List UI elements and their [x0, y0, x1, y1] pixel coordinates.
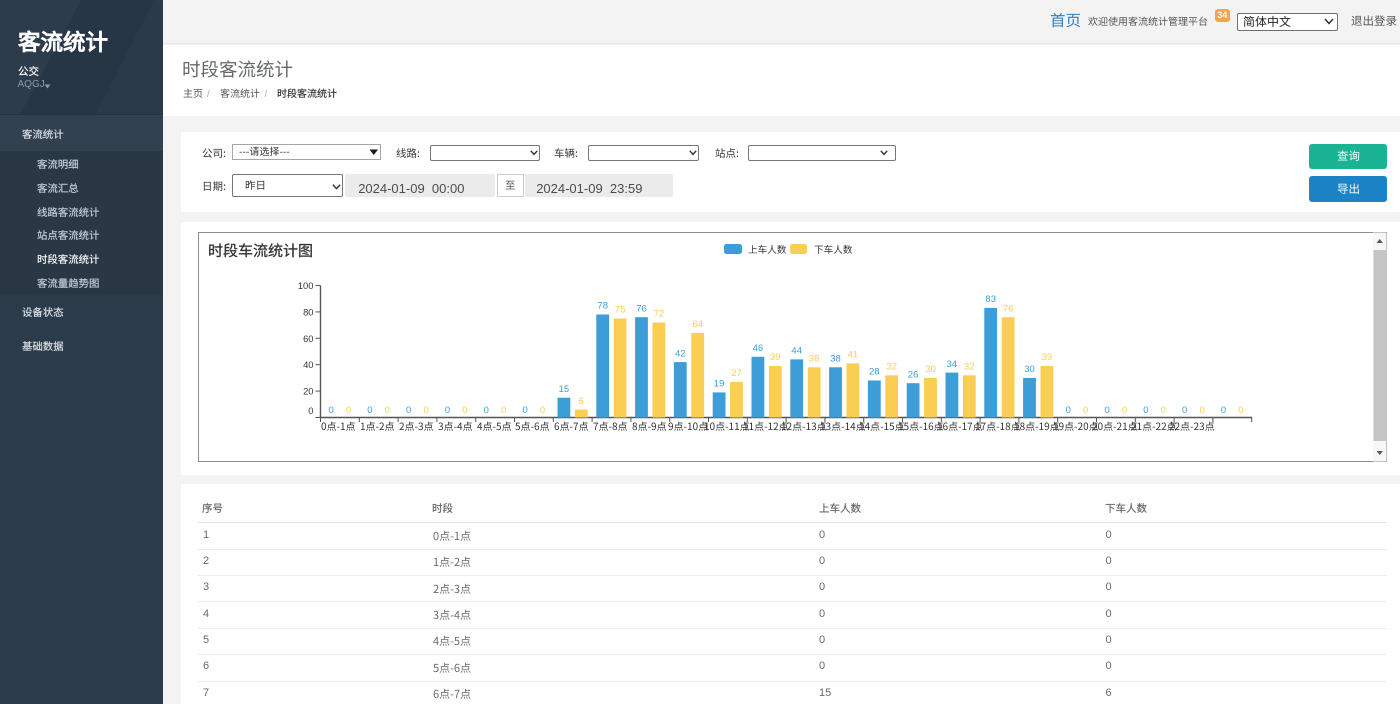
svg-text:27: 27 — [731, 368, 742, 379]
svg-text:41: 41 — [847, 350, 858, 361]
svg-text:32: 32 — [886, 362, 897, 373]
svg-text:40: 40 — [303, 359, 313, 370]
svg-text:0: 0 — [423, 405, 428, 416]
svg-text:0: 0 — [1104, 405, 1109, 416]
svg-text:42: 42 — [675, 348, 686, 359]
svg-text:0: 0 — [406, 405, 411, 416]
svg-text:0: 0 — [539, 405, 544, 416]
svg-text:20: 20 — [303, 386, 313, 397]
svg-text:39: 39 — [1041, 352, 1052, 363]
svg-text:0: 0 — [1182, 405, 1187, 416]
svg-text:72: 72 — [653, 309, 664, 320]
svg-text:0: 0 — [522, 405, 527, 416]
svg-text:0: 0 — [367, 405, 372, 416]
svg-text:44: 44 — [791, 346, 802, 357]
svg-text:0: 0 — [1238, 405, 1243, 416]
svg-text:0: 0 — [345, 405, 350, 416]
svg-text:100: 100 — [297, 280, 313, 291]
svg-text:0: 0 — [462, 405, 467, 416]
svg-text:32: 32 — [964, 362, 975, 373]
svg-text:28: 28 — [869, 367, 880, 378]
svg-text:30: 30 — [925, 364, 936, 375]
svg-text:0: 0 — [444, 405, 449, 416]
svg-text:78: 78 — [597, 301, 608, 312]
svg-text:6: 6 — [578, 396, 583, 407]
svg-text:0: 0 — [1121, 405, 1126, 416]
svg-text:76: 76 — [636, 303, 647, 314]
svg-text:15: 15 — [558, 384, 569, 395]
svg-text:0: 0 — [1083, 405, 1088, 416]
svg-text:0: 0 — [1220, 405, 1225, 416]
svg-text:80: 80 — [303, 306, 313, 317]
svg-text:0: 0 — [483, 405, 488, 416]
svg-text:64: 64 — [692, 319, 703, 330]
svg-text:0: 0 — [308, 405, 313, 416]
svg-text:83: 83 — [985, 294, 996, 305]
svg-text:46: 46 — [752, 343, 763, 354]
svg-text:0: 0 — [501, 405, 506, 416]
svg-text:39: 39 — [770, 352, 781, 363]
svg-text:34: 34 — [946, 359, 957, 370]
svg-text:38: 38 — [830, 354, 841, 365]
svg-text:0: 0 — [1199, 405, 1204, 416]
svg-text:38: 38 — [808, 354, 819, 365]
svg-text:0: 0 — [328, 405, 333, 416]
svg-text:19: 19 — [713, 379, 724, 390]
svg-text:76: 76 — [1002, 303, 1013, 314]
svg-text:0: 0 — [384, 405, 389, 416]
svg-text:30: 30 — [1024, 364, 1035, 375]
svg-text:0: 0 — [1065, 405, 1070, 416]
svg-text:60: 60 — [303, 333, 313, 344]
svg-text:75: 75 — [614, 305, 625, 316]
svg-text:0: 0 — [1160, 405, 1165, 416]
svg-text:0: 0 — [1143, 405, 1148, 416]
svg-text:26: 26 — [907, 369, 918, 380]
